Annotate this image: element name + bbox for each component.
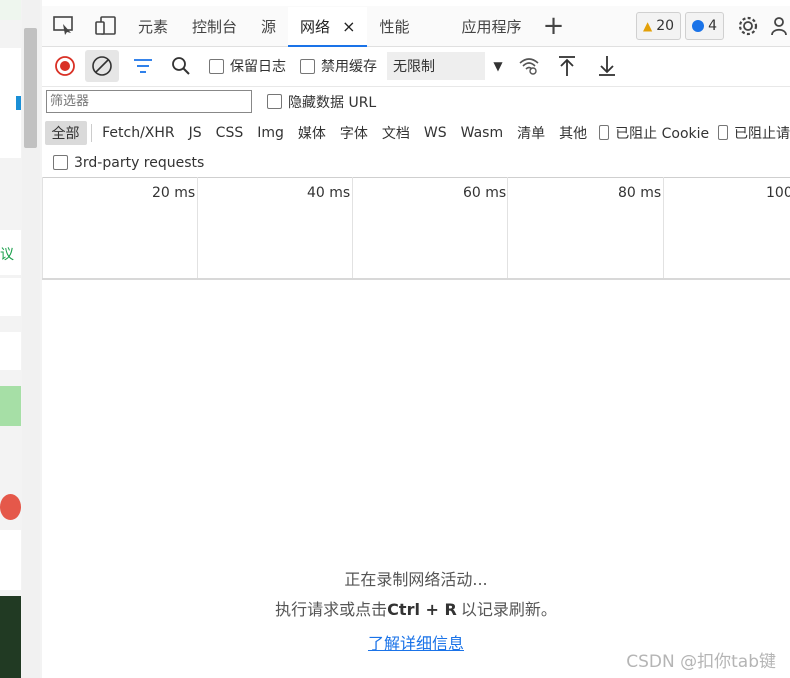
type-fetch-xhr[interactable]: Fetch/XHR bbox=[95, 121, 182, 145]
blocked-requests-checkbox[interactable] bbox=[717, 125, 728, 140]
empty-state: 正在录制网络活动... 执行请求或点击Ctrl + R 以记录刷新。 了解详细信息 bbox=[42, 566, 790, 660]
weibo-icon bbox=[0, 494, 21, 520]
preserve-log-label: 保留日志 bbox=[230, 59, 286, 75]
page-fragment bbox=[0, 332, 21, 370]
page-image-fragment bbox=[0, 596, 21, 678]
type-manifest[interactable]: 清单 bbox=[510, 121, 552, 145]
type-js[interactable]: JS bbox=[182, 121, 209, 145]
page-fragment bbox=[0, 530, 21, 590]
tab-application[interactable]: 应用程序 bbox=[443, 6, 533, 46]
filter-row: 隐藏数据 URL bbox=[42, 86, 790, 117]
filter-icon[interactable] bbox=[123, 48, 163, 84]
tab-performance[interactable]: 性能 bbox=[367, 6, 443, 46]
page-fragment bbox=[0, 48, 21, 158]
timeline-tick-label: 80 ms bbox=[618, 185, 662, 201]
recording-message: 正在录制网络活动... bbox=[344, 570, 488, 589]
filter-input[interactable] bbox=[46, 90, 252, 113]
record-button[interactable] bbox=[45, 48, 85, 84]
type-other[interactable]: 其他 bbox=[552, 121, 594, 145]
devtools-panel: 元素 控制台 源 网络 × 性能 应用程序 + ▲ 20 4 保留日志 禁用缓存… bbox=[42, 0, 790, 678]
network-conditions-icon[interactable] bbox=[511, 48, 547, 84]
page-scrollbar-thumb[interactable] bbox=[24, 28, 37, 148]
page-mark bbox=[16, 96, 21, 110]
blocked-cookies-checkbox[interactable] bbox=[599, 125, 610, 140]
search-icon[interactable] bbox=[163, 48, 199, 84]
third-party-row: 3rd-party requests bbox=[42, 148, 790, 178]
export-har-icon[interactable] bbox=[587, 48, 627, 84]
timeline-gridline bbox=[42, 177, 43, 278]
reload-hint: 执行请求或点击Ctrl + R 以记录刷新。 bbox=[275, 600, 557, 619]
hide-data-urls-checkbox[interactable] bbox=[267, 94, 282, 109]
page-fragment bbox=[0, 278, 21, 316]
type-media[interactable]: 媒体 bbox=[291, 121, 333, 145]
type-img[interactable]: Img bbox=[250, 121, 291, 145]
type-wasm[interactable]: Wasm bbox=[454, 121, 510, 145]
messages-badge[interactable]: 4 bbox=[685, 12, 724, 40]
disable-cache-checkbox[interactable] bbox=[300, 58, 315, 74]
page-fragment: 议 bbox=[0, 230, 21, 275]
add-tab-icon[interactable]: + bbox=[533, 6, 573, 46]
tab-sources[interactable]: 源 bbox=[249, 6, 288, 46]
throttling-select[interactable]: 无限制 bbox=[387, 52, 485, 80]
type-all[interactable]: 全部 bbox=[44, 120, 87, 145]
blocked-requests-label: 已阻止请 bbox=[734, 125, 790, 142]
clear-button[interactable] bbox=[85, 50, 119, 82]
third-party-label: 3rd-party requests bbox=[74, 154, 205, 171]
profile-icon[interactable] bbox=[768, 6, 790, 46]
timeline-gridline bbox=[663, 177, 664, 278]
preserve-log-checkbox[interactable] bbox=[209, 58, 224, 74]
timeline-gridline bbox=[197, 177, 198, 278]
type-doc[interactable]: 文档 bbox=[375, 121, 417, 145]
inspect-icon[interactable] bbox=[42, 6, 86, 46]
tab-console[interactable]: 控制台 bbox=[180, 6, 249, 46]
close-tab-icon[interactable]: × bbox=[342, 17, 355, 36]
page-fragment bbox=[0, 0, 21, 20]
watermark: CSDN @扣你tab键 bbox=[626, 652, 776, 672]
type-ws[interactable]: WS bbox=[417, 121, 454, 145]
divider bbox=[90, 123, 92, 142]
timeline-gridline bbox=[507, 177, 508, 278]
message-icon bbox=[692, 20, 705, 32]
disable-cache-label: 禁用缓存 bbox=[321, 59, 377, 75]
warnings-badge[interactable]: ▲ 20 bbox=[636, 12, 682, 40]
page-content-strip: 议 bbox=[0, 0, 43, 678]
login-fragment bbox=[0, 386, 21, 426]
clear-icon bbox=[92, 56, 112, 76]
learn-more-link[interactable]: 了解详细信息 bbox=[368, 634, 464, 653]
type-css[interactable]: CSS bbox=[209, 121, 251, 145]
shortcut-key: Ctrl + R bbox=[387, 600, 457, 619]
timeline-tick-label: 60 ms bbox=[463, 185, 507, 201]
timeline-gridline bbox=[352, 177, 353, 278]
tab-elements[interactable]: 元素 bbox=[126, 6, 180, 46]
settings-gear-icon[interactable] bbox=[728, 6, 768, 46]
blocked-cookies-label: 已阻止 Cookie bbox=[615, 125, 710, 142]
import-har-icon[interactable] bbox=[547, 48, 587, 84]
timeline-tick-label: 100 bbox=[766, 185, 790, 201]
chevron-down-icon[interactable]: ▼ bbox=[485, 59, 511, 73]
devtools-tab-bar: 元素 控制台 源 网络 × 性能 应用程序 + ▲ 20 4 bbox=[42, 6, 790, 47]
device-toolbar-icon[interactable] bbox=[86, 6, 126, 46]
third-party-checkbox[interactable] bbox=[53, 155, 68, 170]
network-toolbar: 保留日志 禁用缓存 无限制 ▼ bbox=[42, 46, 790, 87]
timeline-tick-label: 40 ms bbox=[307, 185, 351, 201]
timeline-overview[interactable]: 20 ms 40 ms 60 ms 80 ms 100 bbox=[42, 177, 790, 280]
tab-network[interactable]: 网络 × bbox=[288, 7, 368, 47]
resource-type-filter: 全部 Fetch/XHR JS CSS Img 媒体 字体 文档 WS Wasm… bbox=[42, 117, 790, 148]
warning-icon: ▲ bbox=[643, 19, 653, 33]
type-font[interactable]: 字体 bbox=[333, 121, 375, 145]
hide-data-urls-label: 隐藏数据 URL bbox=[288, 94, 377, 111]
timeline-tick-label: 20 ms bbox=[152, 185, 196, 201]
